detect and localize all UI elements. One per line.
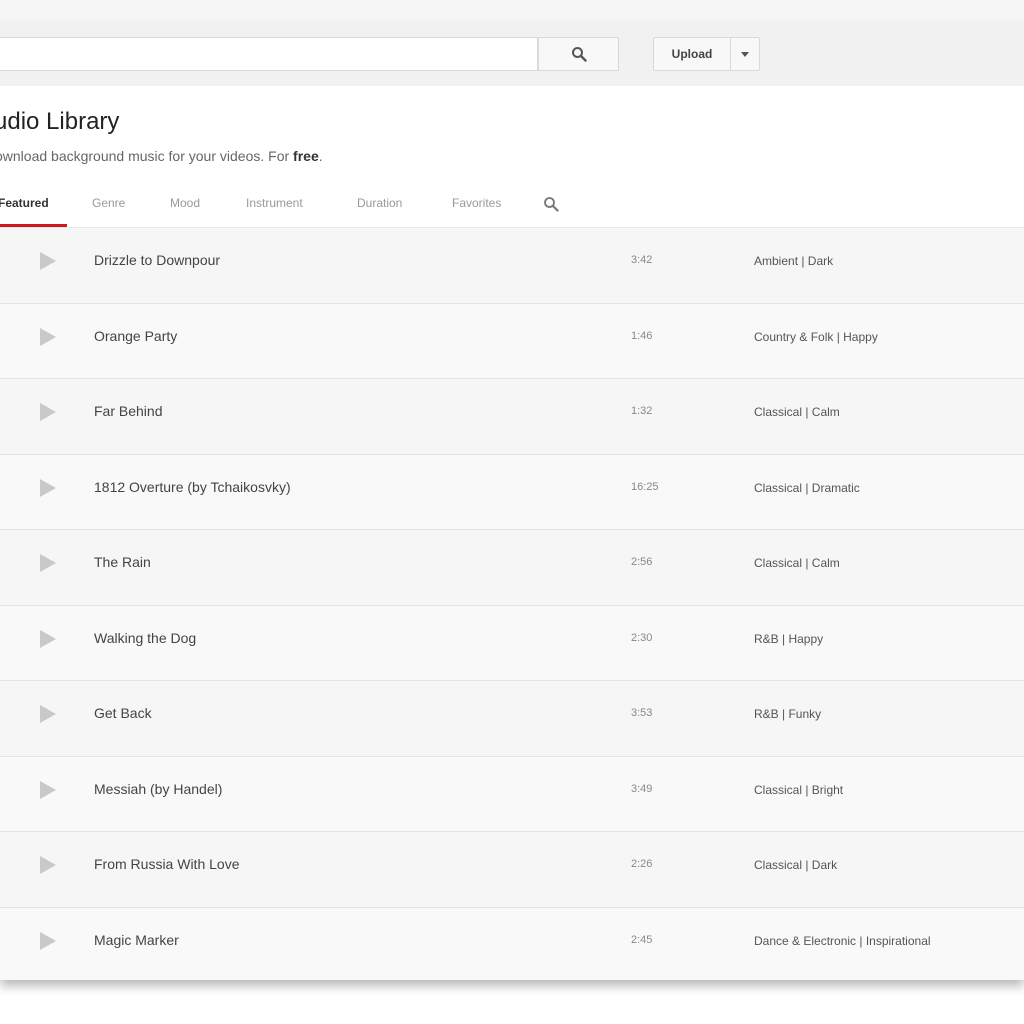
- active-tab-indicator: [0, 224, 67, 227]
- upload-menu-button[interactable]: [730, 37, 760, 71]
- track-title[interactable]: Drizzle to Downpour: [94, 252, 220, 268]
- track-row[interactable]: Walking the Dog 2:30 R&B | Happy: [0, 605, 1024, 681]
- play-button[interactable]: [38, 478, 58, 498]
- track-row[interactable]: Drizzle to Downpour 3:42 Ambient | Dark: [0, 228, 1024, 304]
- track-row[interactable]: Orange Party 1:46 Country & Folk | Happy: [0, 303, 1024, 379]
- track-tags: Classical | Calm: [754, 556, 840, 570]
- track-title[interactable]: Magic Marker: [94, 932, 179, 948]
- play-button[interactable]: [38, 327, 58, 347]
- track-duration: 16:25: [631, 480, 659, 493]
- top-strip: [0, 0, 1024, 22]
- play-button[interactable]: [38, 553, 58, 573]
- tab-duration[interactable]: Duration: [357, 188, 402, 228]
- audio-library-page: Upload udio Library ownload background m…: [0, 22, 1024, 980]
- play-icon: [40, 478, 56, 497]
- play-icon: [40, 705, 56, 723]
- play-icon: [40, 252, 56, 270]
- track-title[interactable]: 1812 Overture (by Tchaikosvky): [94, 479, 291, 495]
- track-title[interactable]: Far Behind: [94, 403, 162, 419]
- track-row[interactable]: The Rain 2:56 Classical | Calm: [0, 530, 1024, 606]
- track-duration: 2:45: [631, 933, 653, 946]
- track-tags: R&B | Funky: [754, 707, 822, 721]
- upload-button[interactable]: Upload: [653, 37, 731, 71]
- track-tags: Country & Folk | Happy: [754, 329, 878, 344]
- track-row[interactable]: Far Behind 1:32 Classical | Calm: [0, 379, 1024, 455]
- track-duration: 3:42: [631, 254, 653, 266]
- subtitle-text: ownload background music for your videos…: [0, 148, 294, 164]
- track-tags: Ambient | Dark: [754, 254, 834, 268]
- tab-genre[interactable]: Genre: [92, 188, 125, 228]
- track-duration: 3:49: [631, 782, 653, 795]
- subtitle-emphasis: free: [293, 148, 319, 164]
- play-button[interactable]: [38, 780, 58, 800]
- track-title[interactable]: The Rain: [94, 554, 151, 570]
- tab-instrument[interactable]: Instrument: [246, 188, 303, 228]
- chevron-down-icon: [741, 51, 749, 57]
- play-button[interactable]: [38, 629, 58, 649]
- play-icon: [40, 780, 56, 799]
- track-duration: 1:32: [631, 405, 653, 417]
- track-title[interactable]: Orange Party: [94, 328, 177, 344]
- search-button[interactable]: [538, 37, 619, 71]
- track-duration: 3:53: [631, 707, 653, 719]
- tab-featured[interactable]: Featured: [0, 188, 49, 228]
- track-duration: 2:30: [631, 631, 653, 644]
- page-title: udio Library: [0, 108, 120, 135]
- track-tags: Classical | Dramatic: [754, 480, 860, 495]
- track-row[interactable]: Get Back 3:53 R&B | Funky: [0, 681, 1024, 757]
- track-tags: Classical | Calm: [754, 405, 840, 419]
- play-icon: [40, 629, 56, 648]
- track-tags: Classical | Bright: [754, 782, 844, 797]
- track-row[interactable]: 1812 Overture (by Tchaikosvky) 16:25 Cla…: [0, 454, 1024, 530]
- tab-mood[interactable]: Mood: [170, 188, 200, 228]
- play-button[interactable]: [38, 704, 58, 724]
- play-icon: [40, 327, 56, 346]
- play-button[interactable]: [38, 251, 58, 271]
- track-row[interactable]: From Russia With Love 2:26 Classical | D…: [0, 832, 1024, 908]
- tab-search-button[interactable]: [541, 194, 561, 214]
- play-button[interactable]: [38, 402, 58, 422]
- tab-bar: Featured Genre Mood Instrument Duration …: [0, 188, 1024, 228]
- search-icon: [571, 47, 587, 62]
- track-title[interactable]: From Russia With Love: [94, 856, 239, 872]
- masthead: Upload: [0, 22, 1024, 86]
- track-tags: Dance & Electronic | Inspirational: [754, 933, 931, 948]
- tab-favorites[interactable]: Favorites: [452, 188, 501, 228]
- track-title[interactable]: Get Back: [94, 705, 152, 721]
- play-icon: [40, 856, 56, 874]
- play-button[interactable]: [38, 931, 58, 951]
- subtitle-period: .: [318, 148, 323, 164]
- track-duration: 2:26: [631, 858, 653, 870]
- page-subtitle: ownload background music for your videos…: [0, 148, 323, 164]
- play-icon: [40, 931, 56, 950]
- track-row[interactable]: Messiah (by Handel) 3:49 Classical | Bri…: [0, 756, 1024, 832]
- track-duration: 2:56: [631, 556, 653, 568]
- track-row[interactable]: Magic Marker 2:45 Dance & Electronic | I…: [0, 907, 1024, 980]
- track-title[interactable]: Walking the Dog: [94, 630, 196, 646]
- search-input[interactable]: [0, 37, 538, 71]
- track-title[interactable]: Messiah (by Handel): [94, 781, 222, 797]
- track-tags: R&B | Happy: [754, 631, 824, 646]
- play-icon: [40, 554, 56, 572]
- track-list: Drizzle to Downpour 3:42 Ambient | Dark …: [0, 228, 1024, 980]
- play-icon: [40, 403, 56, 421]
- search-icon: [544, 197, 559, 212]
- play-button[interactable]: [38, 855, 58, 875]
- track-tags: Classical | Dark: [754, 858, 838, 872]
- track-duration: 1:46: [631, 329, 653, 342]
